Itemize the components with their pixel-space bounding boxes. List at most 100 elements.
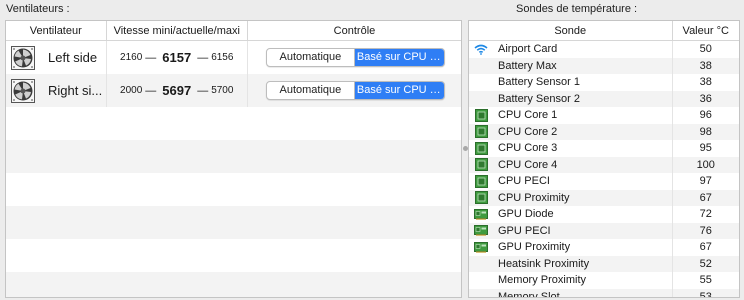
sensor-value: 38	[699, 59, 712, 72]
fan-speed-current: 5697	[162, 83, 192, 98]
fan-control-segmented[interactable]: Automatique Basé sur CPU C...	[265, 81, 445, 100]
sensor-name: CPU Core 2	[498, 125, 558, 138]
sensor-list: Airport Card 50 Battery Max 38 Battery Senso…	[469, 41, 739, 298]
control-cpu-based-button[interactable]: Basé sur CPU C...	[354, 49, 444, 66]
sensor-name: Battery Sensor 1	[498, 76, 580, 89]
cpu-chip-icon	[474, 158, 488, 172]
fan-row-right-side[interactable]: Right si... 2000 — 5697 — 5700 Automatiq…	[6, 74, 461, 107]
sensor-icon-empty	[474, 274, 488, 287]
sensor-value: 67	[699, 191, 712, 204]
sensor-name: GPU Proximity	[498, 241, 571, 254]
column-header-control[interactable]: Contrôle	[248, 21, 461, 40]
fan-speed-cell: 2160 — 6157 — 6156	[107, 41, 248, 74]
sensor-row[interactable]: Memory Slot 53	[469, 288, 739, 298]
fan-speed-min: 2000	[120, 85, 143, 96]
sensor-row[interactable]: CPU Core 4 100	[469, 156, 739, 173]
sensor-row[interactable]: CPU Core 3 95	[469, 140, 739, 157]
sensor-row[interactable]: Battery Sensor 1 38	[469, 74, 739, 91]
sensor-name: GPU Diode	[498, 208, 554, 221]
cpu-chip-icon	[474, 125, 488, 139]
sensor-name: Memory Slot	[498, 290, 560, 298]
sensor-icon-empty	[474, 92, 488, 105]
sensor-row[interactable]: GPU Proximity 67	[469, 239, 739, 256]
sensor-name: CPU Proximity	[498, 191, 570, 204]
separator-dash: —	[197, 84, 209, 97]
sensor-name: Airport Card	[498, 43, 558, 56]
sensor-value: 52	[699, 257, 712, 270]
wifi-icon	[474, 43, 488, 56]
fans-section-label: Ventilateurs :	[6, 3, 70, 15]
sensors-table: Sonde Valeur °C Airport Card 50 Battery Ma…	[468, 20, 740, 298]
column-header-speed[interactable]: Vitesse mini/actuelle/maxi	[107, 21, 248, 40]
fan-speed-max: 5700	[211, 85, 234, 96]
control-cpu-based-button[interactable]: Basé sur CPU C...	[354, 82, 444, 99]
sensors-section-label: Sondes de température :	[516, 3, 638, 15]
fan-speed-max: 6156	[211, 52, 234, 63]
sensor-name: Battery Sensor 2	[498, 92, 580, 105]
control-automatic-button[interactable]: Automatique	[267, 49, 355, 66]
fan-speed-min: 2160	[120, 52, 143, 63]
sensor-value: 53	[699, 290, 712, 298]
sensor-name: CPU Core 3	[498, 142, 558, 155]
fan-icon	[11, 78, 35, 103]
sensor-name: Battery Max	[498, 59, 557, 72]
separator-dash: —	[197, 51, 209, 64]
sensor-value: 76	[699, 224, 712, 237]
sensor-value: 72	[699, 208, 712, 221]
empty-row	[6, 206, 461, 239]
sensor-row[interactable]: CPU Core 1 96	[469, 107, 739, 124]
sensor-value: 95	[699, 142, 712, 155]
sensor-row[interactable]: GPU PECI 76	[469, 222, 739, 239]
sensor-name: CPU Core 1	[498, 109, 558, 122]
fan-row-left-side[interactable]: Left side 2160 — 6157 — 6156 Automatique…	[6, 41, 461, 74]
sensor-row[interactable]: CPU Core 2 98	[469, 123, 739, 140]
sensor-value: 97	[699, 175, 712, 188]
separator-dash: —	[145, 51, 157, 64]
gpu-card-icon	[474, 224, 488, 237]
empty-row	[6, 272, 461, 297]
sensor-value: 50	[699, 43, 712, 56]
sensor-name: CPU Core 4	[498, 158, 558, 171]
empty-row	[6, 107, 461, 140]
sensor-name: GPU PECI	[498, 224, 551, 237]
sensor-value: 96	[699, 109, 712, 122]
sensor-value: 55	[699, 274, 712, 287]
fans-table: Ventilateur Vitesse mini/actuelle/maxi C…	[5, 20, 462, 298]
fan-icon	[11, 45, 35, 70]
column-header-fan[interactable]: Ventilateur	[6, 21, 107, 40]
sensor-row[interactable]: GPU Diode 72	[469, 206, 739, 223]
sensor-row[interactable]: Airport Card 50	[469, 41, 739, 58]
sensor-row[interactable]: CPU Proximity 67	[469, 189, 739, 206]
sensor-icon-empty	[474, 290, 488, 297]
fan-name: Left side	[48, 50, 98, 65]
sensor-value: 38	[699, 76, 712, 89]
sensor-value: 36	[699, 92, 712, 105]
column-header-value[interactable]: Valeur °C	[673, 21, 740, 40]
fan-name: Right si...	[48, 83, 103, 98]
sensor-row[interactable]: CPU PECI 97	[469, 173, 739, 190]
sensor-icon-empty	[474, 257, 488, 270]
cpu-chip-icon	[474, 174, 488, 188]
gpu-card-icon	[474, 208, 488, 221]
sensor-name: CPU PECI	[498, 175, 550, 188]
control-automatic-button[interactable]: Automatique	[267, 82, 355, 99]
sensor-value: 67	[699, 241, 712, 254]
cpu-chip-icon	[474, 141, 488, 155]
sensor-icon-empty	[474, 59, 488, 72]
gpu-card-icon	[474, 241, 488, 254]
fan-control-segmented[interactable]: Automatique Basé sur CPU C...	[265, 48, 445, 67]
sensor-row[interactable]: Battery Max 38	[469, 57, 739, 74]
sensor-value: 98	[699, 125, 712, 138]
sensor-row[interactable]: Heatsink Proximity 52	[469, 255, 739, 272]
cpu-chip-icon	[474, 191, 488, 205]
sensor-icon-empty	[474, 76, 488, 89]
sensor-value: 100	[696, 158, 715, 171]
sensor-row[interactable]: Battery Sensor 2 36	[469, 90, 739, 107]
column-header-sensor[interactable]: Sonde	[469, 21, 673, 40]
sensors-table-header: Sonde Valeur °C	[469, 21, 739, 41]
empty-row	[6, 239, 461, 272]
fans-table-header: Ventilateur Vitesse mini/actuelle/maxi C…	[6, 21, 461, 41]
cpu-chip-icon	[474, 108, 488, 122]
sensor-row[interactable]: Memory Proximity 55	[469, 272, 739, 289]
sensor-name: Memory Proximity	[498, 274, 587, 287]
